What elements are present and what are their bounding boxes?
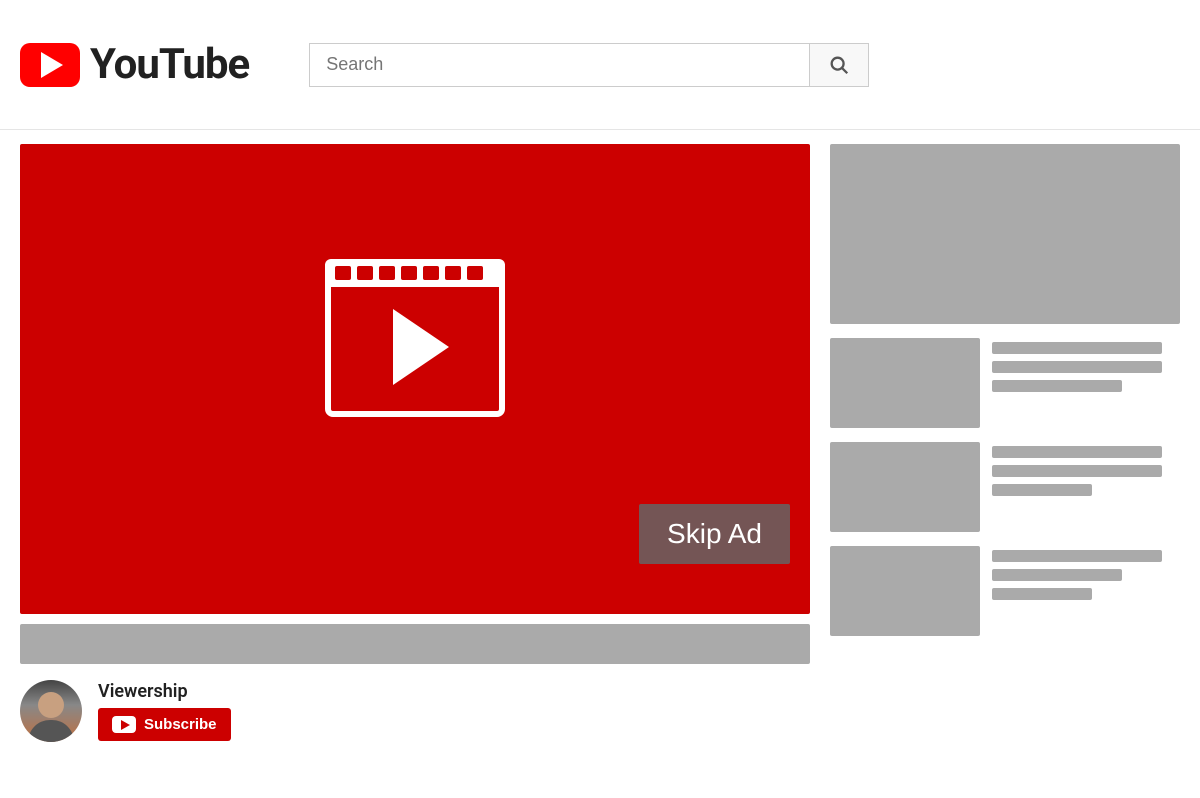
avatar-head bbox=[38, 692, 64, 718]
related-title-line-3a bbox=[992, 550, 1162, 562]
related-video-2[interactable] bbox=[830, 442, 1180, 532]
left-column: Skip Ad Viewership Subscribe bbox=[20, 144, 810, 748]
related-title-line-1b bbox=[992, 361, 1162, 373]
channel-name[interactable]: Viewership bbox=[98, 681, 231, 702]
youtube-logo-icon bbox=[20, 43, 80, 87]
channel-info: Viewership Subscribe bbox=[20, 674, 810, 748]
avatar-body bbox=[28, 720, 74, 742]
main-content: Skip Ad Viewership Subscribe bbox=[0, 130, 1200, 762]
related-title-line-1a bbox=[992, 342, 1162, 354]
related-thumb-2 bbox=[830, 442, 980, 532]
film-slot bbox=[423, 266, 439, 280]
play-icon bbox=[393, 309, 449, 385]
related-title-line-3b bbox=[992, 569, 1122, 581]
related-thumb-1 bbox=[830, 338, 980, 428]
header: YouTube bbox=[0, 0, 1200, 130]
video-ad-icon bbox=[325, 277, 505, 447]
search-icon bbox=[828, 54, 850, 76]
subscribe-button[interactable]: Subscribe bbox=[98, 708, 231, 741]
channel-avatar bbox=[20, 680, 82, 742]
related-info-1 bbox=[992, 338, 1162, 428]
skip-ad-button[interactable]: Skip Ad bbox=[639, 504, 790, 564]
related-video-3[interactable] bbox=[830, 546, 1180, 636]
film-icon-body bbox=[325, 277, 505, 417]
film-slot bbox=[379, 266, 395, 280]
right-column bbox=[830, 144, 1180, 748]
search-input[interactable] bbox=[309, 43, 809, 87]
film-slot bbox=[335, 266, 351, 280]
video-progress-bar[interactable] bbox=[20, 624, 810, 664]
related-meta-line-1 bbox=[992, 380, 1122, 392]
related-meta-line-3 bbox=[992, 588, 1092, 600]
film-slot bbox=[357, 266, 373, 280]
related-title-line-2a bbox=[992, 446, 1162, 458]
film-slot bbox=[401, 266, 417, 280]
film-strip bbox=[325, 259, 505, 287]
avatar-person bbox=[20, 680, 82, 742]
film-slot bbox=[467, 266, 483, 280]
subscribe-youtube-icon bbox=[112, 716, 136, 733]
related-info-2 bbox=[992, 442, 1162, 532]
sidebar-banner[interactable] bbox=[830, 144, 1180, 324]
film-slot bbox=[445, 266, 461, 280]
subscribe-label: Subscribe bbox=[144, 716, 217, 733]
search-button[interactable] bbox=[809, 43, 869, 87]
logo-text: YouTube bbox=[90, 40, 249, 89]
logo-area[interactable]: YouTube bbox=[20, 40, 249, 89]
related-meta-line-2 bbox=[992, 484, 1092, 496]
related-title-line-2b bbox=[992, 465, 1162, 477]
related-thumb-3 bbox=[830, 546, 980, 636]
related-video-1[interactable] bbox=[830, 338, 1180, 428]
related-info-3 bbox=[992, 546, 1162, 636]
channel-name-area: Viewership Subscribe bbox=[98, 681, 231, 741]
search-area bbox=[309, 43, 869, 87]
video-player[interactable]: Skip Ad bbox=[20, 144, 810, 614]
